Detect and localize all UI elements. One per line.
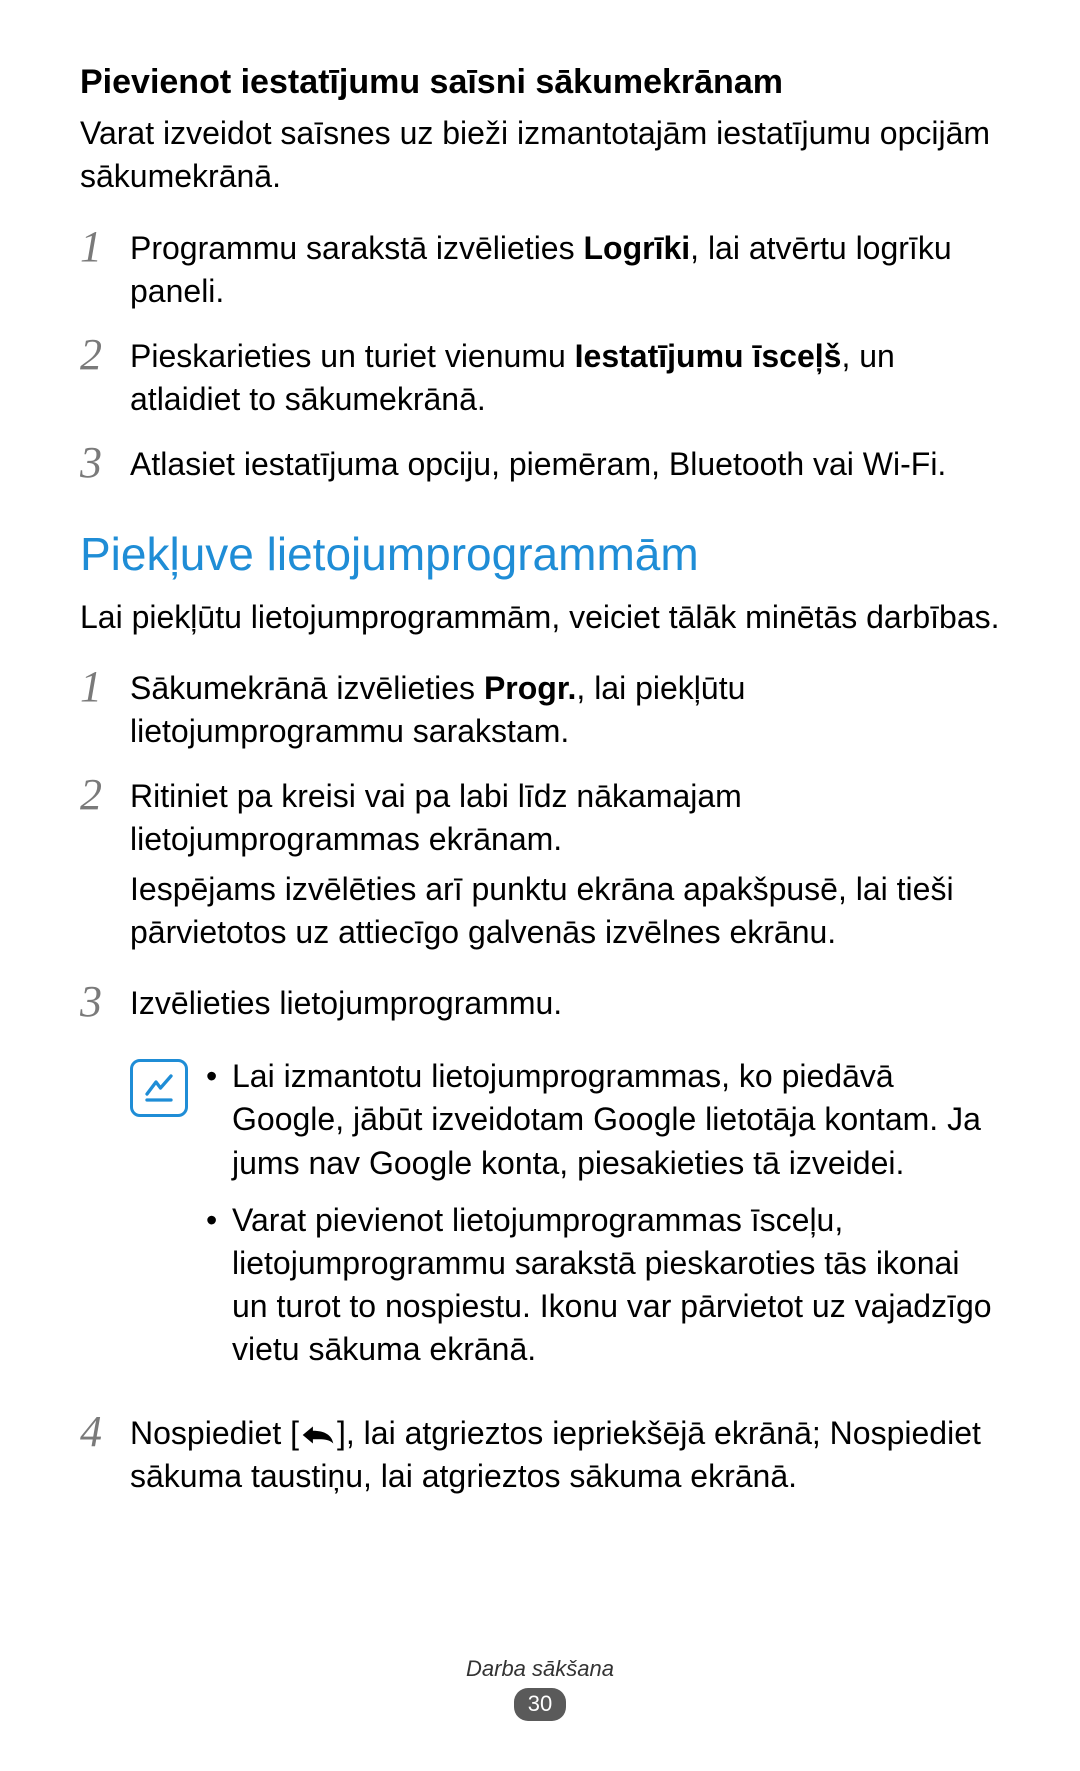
page-number-badge: 30	[514, 1688, 566, 1721]
document-page: Pievienot iestatījumu saīsni sākumekrāna…	[0, 0, 1080, 1771]
step-number: 3	[80, 441, 130, 485]
step-text: Nospiediet [], lai atgrieztos iepriekšēj…	[130, 1412, 1000, 1498]
step: 1 Programmu sarakstā izvēlieties Logrīki…	[80, 227, 1000, 313]
note-item: Lai izmantotu lietojumprogrammas, ko pie…	[206, 1055, 1000, 1185]
step-number: 2	[80, 333, 130, 377]
footer-section-label: Darba sākšana	[0, 1656, 1080, 1682]
step: 4 Nospiediet [], lai atgrieztos iepriekš…	[80, 1412, 1000, 1498]
step-text: Programmu sarakstā izvēlieties Logrīki, …	[130, 227, 1000, 313]
section2-intro: Lai piekļūtu lietojumprogrammām, veiciet…	[80, 596, 1000, 639]
step: 3 Atlasiet iestatījuma opciju, piemēram,…	[80, 443, 1000, 486]
step-text: Sākumekrānā izvēlieties Progr., lai piek…	[130, 667, 1000, 753]
step-number: 1	[80, 225, 130, 269]
note-block: Lai izmantotu lietojumprogrammas, ko pie…	[130, 1055, 1000, 1385]
step-number: 4	[80, 1410, 130, 1454]
page-footer: Darba sākšana 30	[0, 1656, 1080, 1721]
step-number: 2	[80, 773, 130, 817]
section1-title: Pievienot iestatījumu saīsni sākumekrāna…	[80, 60, 1000, 104]
note-body: Lai izmantotu lietojumprogrammas, ko pie…	[206, 1055, 1000, 1385]
section2-step4-wrap: 4 Nospiediet [], lai atgrieztos iepriekš…	[80, 1412, 1000, 1498]
step-text: Ritiniet pa kreisi vai pa labi līdz nāka…	[130, 775, 1000, 960]
note-item: Varat pievienot lietojumprogrammas īsceļ…	[206, 1199, 1000, 1372]
section2-heading: Piekļuve lietojumprogrammām	[80, 527, 1000, 582]
step: 2 Pieskarieties un turiet vienumu Iestat…	[80, 335, 1000, 421]
step: 2 Ritiniet pa kreisi vai pa labi līdz nā…	[80, 775, 1000, 960]
step-text: Izvēlieties lietojumprogrammu.	[130, 982, 1000, 1025]
note-icon	[130, 1059, 188, 1117]
step-text: Pieskarieties un turiet vienumu Iestatīj…	[130, 335, 1000, 421]
step-number: 1	[80, 665, 130, 709]
step-text: Atlasiet iestatījuma opciju, piemēram, B…	[130, 443, 1000, 486]
back-icon	[301, 1422, 335, 1448]
section1-steps: 1 Programmu sarakstā izvēlieties Logrīki…	[80, 227, 1000, 487]
section2-steps: 1 Sākumekrānā izvēlieties Progr., lai pi…	[80, 667, 1000, 1025]
step: 3 Izvēlieties lietojumprogrammu.	[80, 982, 1000, 1025]
section1-intro: Varat izveidot saīsnes uz bieži izmantot…	[80, 112, 1000, 198]
step: 1 Sākumekrānā izvēlieties Progr., lai pi…	[80, 667, 1000, 753]
step-number: 3	[80, 980, 130, 1024]
